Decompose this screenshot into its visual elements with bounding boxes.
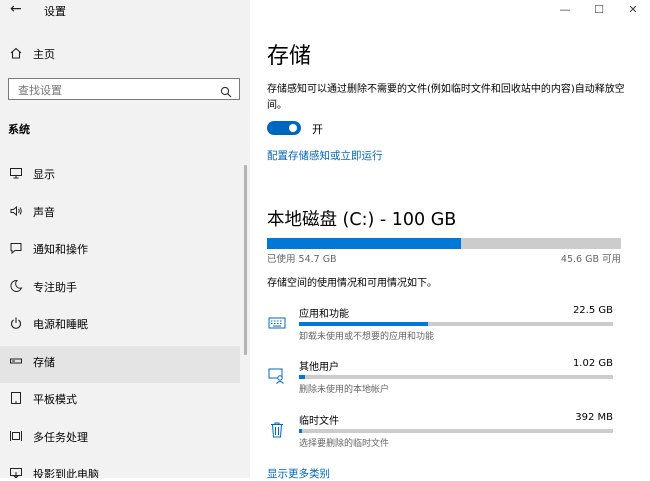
sidebar-item-notifications[interactable]: 通知和操作	[0, 233, 240, 271]
maximize-button[interactable]: ☐	[582, 0, 616, 18]
keyboard-icon	[267, 313, 287, 333]
sidebar-item-sound[interactable]: 声音	[0, 196, 240, 234]
sidebar-item-label: 专注助手	[33, 280, 77, 294]
sidebar-item-power[interactable]: 电源和睡眠	[0, 308, 240, 346]
sidebar-item-label: 多任务处理	[33, 430, 88, 444]
search-input[interactable]	[9, 80, 218, 101]
sidebar-item-label: 主页	[33, 48, 55, 61]
sound-icon	[8, 203, 24, 219]
category-name: 应用和功能	[299, 309, 349, 320]
sidebar-item-label: 电源和睡眠	[33, 318, 88, 331]
category-bar	[299, 375, 613, 379]
trash-icon	[267, 420, 287, 440]
app-title: 设置	[44, 5, 66, 18]
configure-storage-sense-link[interactable]: 配置存储感知或立即运行	[267, 148, 383, 163]
titlebar-left: ← 设置	[0, 0, 250, 20]
sidebar-item-project[interactable]: 投影到此电脑	[0, 458, 240, 478]
moon-icon	[8, 278, 24, 294]
sidebar-item-label: 平板模式	[33, 393, 77, 406]
category-bar-fill	[299, 429, 303, 433]
sidebar-item-focus-assist[interactable]: 专注助手	[0, 271, 240, 309]
storage-sense-toggle[interactable]	[267, 121, 301, 135]
category-size: 1.02 GB	[572, 358, 613, 369]
sidebar-item-label: 投影到此电脑	[33, 468, 99, 478]
close-button[interactable]: ✕	[616, 0, 650, 18]
project-icon	[8, 465, 24, 478]
sidebar-item-label: 声音	[33, 205, 55, 219]
category-name: 临时文件	[299, 416, 339, 427]
display-icon	[8, 165, 24, 181]
category-name: 其他用户	[299, 362, 339, 373]
search-box[interactable]	[8, 78, 240, 102]
category-subtitle: 卸载未使用或不想要的应用和功能	[299, 332, 435, 342]
toggle-knob	[289, 124, 297, 132]
sidebar-item-label: 显示	[33, 168, 55, 181]
show-more-categories-link[interactable]: 显示更多类别	[267, 466, 330, 481]
tablet-icon	[8, 390, 24, 406]
category-size: 22.5 GB	[572, 305, 613, 316]
main-panel: — ☐ ✕ 存储 存储感知可以通过删除不需要的文件(例如临时文件和回收站中的内容…	[250, 0, 650, 481]
sidebar-scrollbar[interactable]	[244, 165, 247, 355]
category-temporary-files[interactable]: 临时文件 392 MB 选择要删除的临时文件	[267, 412, 617, 452]
minimize-button[interactable]: —	[548, 0, 582, 18]
storage-sense-description: 存储感知可以通过删除不需要的文件(例如临时文件和回收站中的内容)自动释放空间。	[267, 84, 625, 111]
disk-title: 本地磁盘 (C:) - 100 GB	[267, 210, 457, 230]
sidebar-item-label: 存储	[33, 355, 55, 369]
users-icon	[267, 366, 287, 386]
back-arrow-icon[interactable]: ←	[10, 1, 22, 17]
category-subtitle: 选择要删除的临时文件	[299, 439, 390, 449]
sidebar-item-home[interactable]: 主页	[0, 40, 250, 66]
sidebar-item-display[interactable]: 显示	[0, 158, 240, 196]
disk-usage-fill	[267, 238, 461, 249]
power-icon	[8, 315, 24, 331]
sidebar-item-tablet-mode[interactable]: 平板模式	[0, 383, 240, 421]
disk-available-text: 45.6 GB 可用	[560, 254, 621, 265]
category-size: 392 MB	[575, 412, 613, 423]
category-other-users[interactable]: 其他用户 1.02 GB 删除未使用的本地帐户	[267, 358, 617, 398]
sidebar-item-label: 通知和操作	[33, 243, 88, 256]
notification-icon	[8, 240, 24, 256]
disk-used-text: 已使用 54.7 GB	[267, 254, 337, 265]
category-bar	[299, 322, 613, 326]
search-icon[interactable]	[220, 83, 232, 102]
sidebar-item-multitasking[interactable]: 多任务处理	[0, 421, 240, 459]
sidebar: ← 设置 主页 系统 显示 声音	[0, 0, 250, 478]
storage-icon	[8, 353, 24, 369]
window-controls: — ☐ ✕	[548, 0, 650, 20]
disk-usage-bar	[267, 238, 621, 249]
usage-description: 存储空间的使用情况和可用情况如下。	[267, 278, 437, 289]
sidebar-item-storage[interactable]: 存储	[0, 345, 240, 383]
home-icon	[8, 45, 24, 61]
category-bar	[299, 429, 613, 433]
toggle-state-label: 开	[312, 123, 323, 136]
multitask-icon	[8, 428, 24, 444]
category-bar-fill	[299, 322, 428, 326]
section-heading: 系统	[8, 123, 30, 136]
category-subtitle: 删除未使用的本地帐户	[299, 385, 390, 395]
nav-list: 显示 声音 通知和操作 专注助手 电源和睡眠 存储 平板模式 多任务处理 投影到…	[0, 158, 250, 478]
page-title: 存储	[267, 44, 312, 69]
category-bar-fill	[299, 375, 306, 379]
category-apps-features[interactable]: 应用和功能 22.5 GB 卸载未使用或不想要的应用和功能	[267, 305, 617, 345]
